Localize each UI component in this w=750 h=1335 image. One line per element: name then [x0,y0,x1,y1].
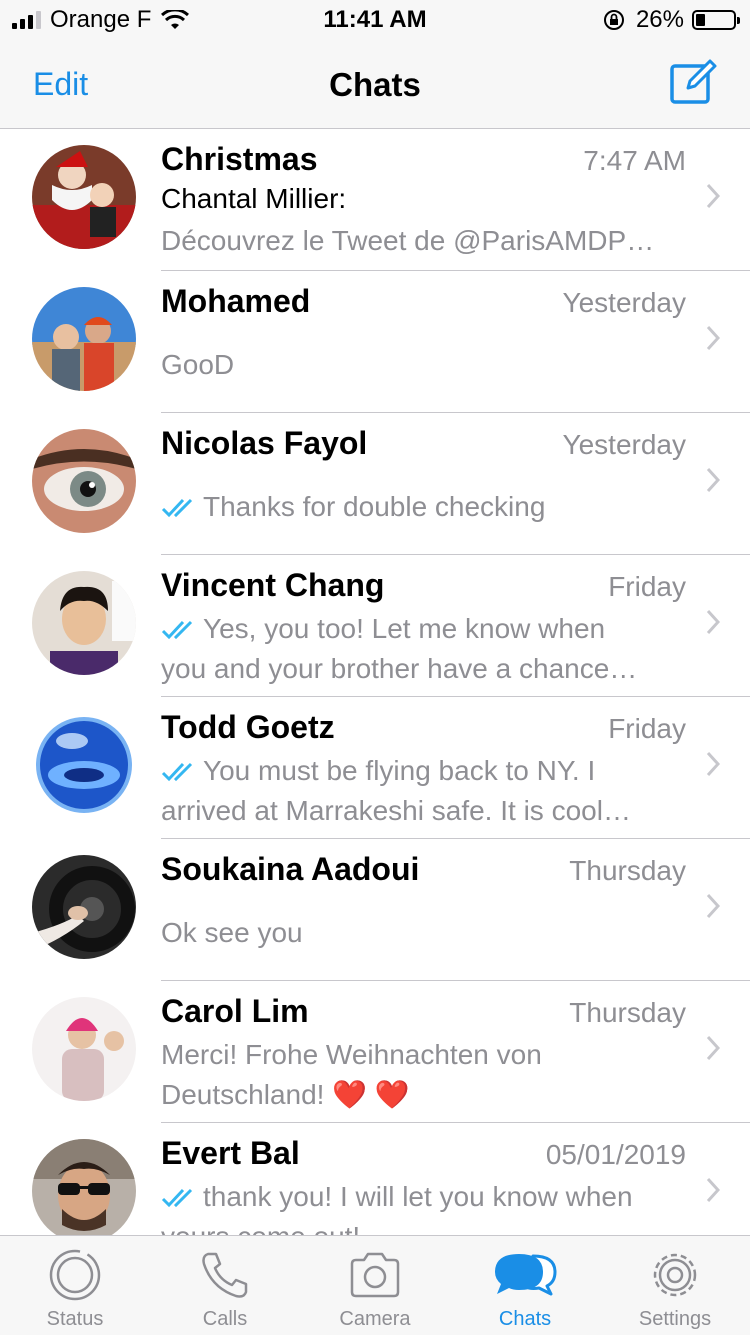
double-check-icon [161,762,193,782]
chat-row[interactable]: Vincent Chang Friday Yes, you too! Let m… [0,555,750,697]
chat-preview: Découvrez le Tweet de @ParisAMDP… [161,221,686,261]
navigation-bar: Edit Chats [0,40,750,129]
chat-preview: You must be flying back to NY. I arrived… [161,751,686,831]
chevron-right-icon [706,325,720,351]
chat-time: 7:47 AM [583,145,686,176]
tab-chats[interactable]: Chats [450,1236,600,1335]
avatar [32,855,136,959]
chat-name: Todd Goetz [161,709,335,745]
chat-preview: Yes, you too! Let me know when you and y… [161,609,686,689]
status-bar: Orange F 11:41 AM 26% [0,0,750,40]
tab-label: Camera [339,1308,411,1330]
chevron-right-icon [706,467,720,493]
chat-row[interactable]: Evert Bal 05/01/2019 thank you! I will l… [0,1123,750,1235]
avatar [32,429,136,533]
chat-time: 05/01/2019 [545,1139,686,1170]
chat-name: Christmas [161,141,318,177]
preview-line: thank you! I will let you know when [203,1181,633,1212]
preview-line: yours come out! [161,1217,686,1235]
chat-row[interactable]: Mohamed Yesterday GooD [0,271,750,413]
preview-line: Thanks for double checking [203,491,546,522]
chat-time: Thursday [569,997,686,1028]
preview-line: You must be flying back to NY. I [203,755,596,786]
tab-label: Settings [638,1308,712,1330]
chat-list[interactable]: Christmas 7:47 AM Chantal Millier: Décou… [0,129,750,1235]
chat-name: Vincent Chang [161,567,385,603]
status-icon [49,1249,101,1301]
chevron-right-icon [706,751,720,777]
preview-line: you and your brother have a chance… [161,653,638,684]
chat-name: Evert Bal [161,1135,300,1171]
avatar [32,145,136,249]
chat-preview: GooD [161,345,686,385]
chat-name: Nicolas Fayol [161,425,368,461]
chat-row[interactable]: Soukaina Aadoui Thursday Ok see you [0,839,750,981]
chat-row[interactable]: Nicolas Fayol Yesterday Thanks for doubl… [0,413,750,555]
tab-settings[interactable]: Settings [600,1236,750,1335]
avatar [32,713,136,817]
double-check-icon [161,1188,193,1208]
chevron-right-icon [706,609,720,635]
avatar [32,571,136,675]
rotation-lock-icon [603,10,624,30]
tab-calls[interactable]: Calls [150,1236,300,1335]
chat-preview: Ok see you [161,913,686,953]
chevron-right-icon [706,1035,720,1061]
chat-name: Soukaina Aadoui [161,851,420,887]
chat-time: Yesterday [562,287,687,318]
avatar [32,997,136,1101]
tab-label: Chats [498,1308,552,1330]
battery-percent: 26% [635,6,684,33]
double-check-icon [161,620,193,640]
avatar [32,287,136,391]
battery-icon [692,10,740,30]
tab-camera[interactable]: Camera [300,1236,450,1335]
chat-name: Mohamed [161,283,311,319]
chat-preview: Merci! Frohe Weihnachten von Deutschland… [161,1035,686,1115]
preview-line: GooD [161,349,235,380]
preview-line: Yes, you too! Let me know when [203,613,606,644]
chat-row[interactable]: Carol Lim Thursday Merci! Frohe Weihnach… [0,981,750,1123]
tab-label: Calls [202,1308,248,1330]
preview-line: Merci! Frohe Weihnachten von [161,1039,542,1070]
camera-icon [350,1252,400,1298]
page-title: Chats [329,66,421,103]
tab-status[interactable]: Status [0,1236,150,1335]
chat-time: Thursday [569,855,686,886]
chevron-right-icon [706,1177,720,1203]
phone-icon [202,1252,248,1298]
avatar [32,1139,136,1235]
chat-preview: Thanks for double checking [161,487,686,527]
double-check-icon [161,498,193,518]
tab-bar: Status Calls Camera Chats Settings [0,1235,750,1335]
chat-row[interactable]: Todd Goetz Friday You must be flying bac… [0,697,750,839]
tab-label: Status [46,1308,104,1330]
chat-time: Friday [608,713,686,744]
chat-time: Yesterday [562,429,687,460]
chats-icon [495,1254,557,1296]
compose-icon[interactable] [668,56,718,106]
gear-icon [653,1253,697,1297]
chevron-right-icon [706,893,720,919]
chat-time: Friday [608,571,686,602]
chat-preview: thank you! I will let you know when your… [161,1177,686,1235]
preview-line: Découvrez le Tweet de @ParisAMDP… [161,225,655,256]
preview-line: Ok see you [161,917,303,948]
chat-row[interactable]: Christmas 7:47 AM Chantal Millier: Décou… [0,129,750,271]
preview-line: Deutschland! ❤️ ❤️ [161,1079,410,1110]
chevron-right-icon [706,183,720,209]
chat-name: Carol Lim [161,993,309,1029]
chat-sender: Chantal Millier: [161,183,347,214]
preview-line: arrived at Marrakeshi safe. It is cool… [161,795,631,826]
